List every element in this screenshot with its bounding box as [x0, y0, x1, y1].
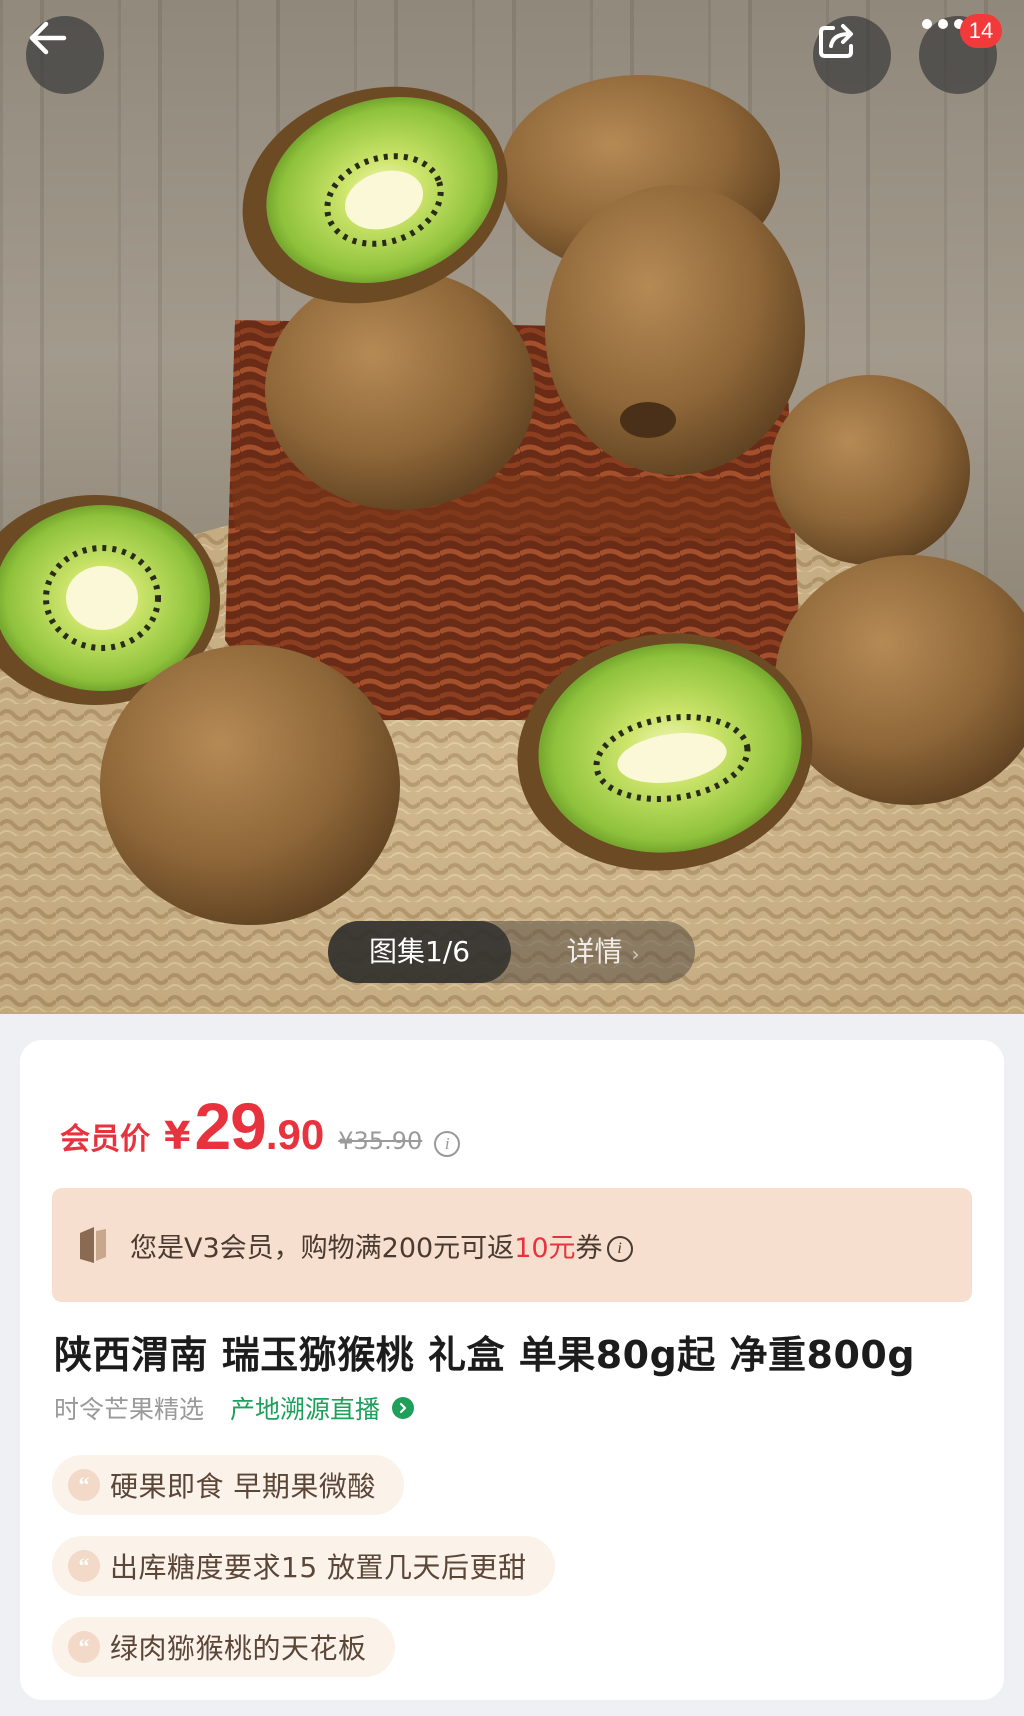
- tab-detail[interactable]: 详情 ›: [511, 921, 695, 983]
- vip-logo-icon: [80, 1227, 106, 1263]
- quote-icon: “: [68, 1469, 100, 1501]
- member-price-label: 会员价: [60, 1122, 150, 1157]
- quote-icon: “: [68, 1631, 100, 1663]
- selling-point-tag: “ 出库糖度要求15 放置几天后更甜: [52, 1536, 555, 1596]
- vip-rebate-text: 您是V3会员，购物满200元可返10元券 i: [130, 1226, 633, 1265]
- kiwi-photo: [0, 75, 1024, 1014]
- product-meta: 时令芒果精选 产地溯源直播: [54, 1390, 415, 1426]
- quote-icon: “: [68, 1550, 100, 1582]
- selling-point-tag: “ 绿肉猕猴桃的天花板: [52, 1617, 395, 1677]
- chevron-right-icon: ›: [631, 942, 640, 966]
- product-image[interactable]: 14 图集1/6 详情 ›: [0, 0, 1024, 1014]
- tab-gallery[interactable]: 图集1/6: [328, 921, 511, 983]
- live-origin-link[interactable]: 产地溯源直播: [230, 1390, 380, 1426]
- selling-point-text: 出库糖度要求15 放置几天后更甜: [110, 1551, 527, 1584]
- share-icon: [819, 24, 853, 58]
- notification-badge: 14: [960, 14, 1002, 48]
- price-decimal: .90: [265, 1111, 325, 1158]
- gallery-switcher: 图集1/6 详情 ›: [328, 921, 695, 983]
- vip-rebate-amount: 10元: [514, 1232, 576, 1264]
- vip-rebate-prefix: 您是V3会员，购物满200元可返: [130, 1232, 515, 1264]
- chevron-right-icon[interactable]: [392, 1397, 415, 1419]
- arrow-left-icon: [29, 21, 67, 55]
- seller-name[interactable]: 时令芒果精选: [54, 1390, 204, 1426]
- original-price: ¥35.90: [338, 1127, 423, 1155]
- product-title: 陕西渭南 瑞玉猕猴桃 礼盒 单果80g起 净重800g: [54, 1333, 916, 1377]
- product-page: 14 图集1/6 详情 › 会员价 ¥ 29 .90 ¥35.90 i 您是V3…: [0, 0, 1024, 1716]
- price-row: 会员价 ¥ 29 .90 ¥35.90 i: [60, 1088, 461, 1168]
- info-icon[interactable]: i: [606, 1236, 633, 1262]
- currency-symbol: ¥: [164, 1114, 191, 1158]
- vip-rebate-suffix: 券: [575, 1232, 603, 1264]
- share-button[interactable]: [813, 16, 891, 94]
- tab-detail-label: 详情: [566, 935, 623, 968]
- selling-point-text: 硬果即食 早期果微酸: [110, 1470, 376, 1503]
- vip-rebate-banner[interactable]: 您是V3会员，购物满200元可返10元券 i: [52, 1188, 972, 1302]
- product-info-card: 会员价 ¥ 29 .90 ¥35.90 i 您是V3会员，购物满200元可返10…: [20, 1040, 1004, 1700]
- selling-point-text: 绿肉猕猴桃的天花板: [110, 1632, 367, 1665]
- info-icon[interactable]: i: [434, 1131, 461, 1157]
- selling-point-tag: “ 硬果即食 早期果微酸: [52, 1455, 404, 1515]
- back-button[interactable]: [26, 16, 104, 94]
- price-integer: 29: [194, 1089, 266, 1163]
